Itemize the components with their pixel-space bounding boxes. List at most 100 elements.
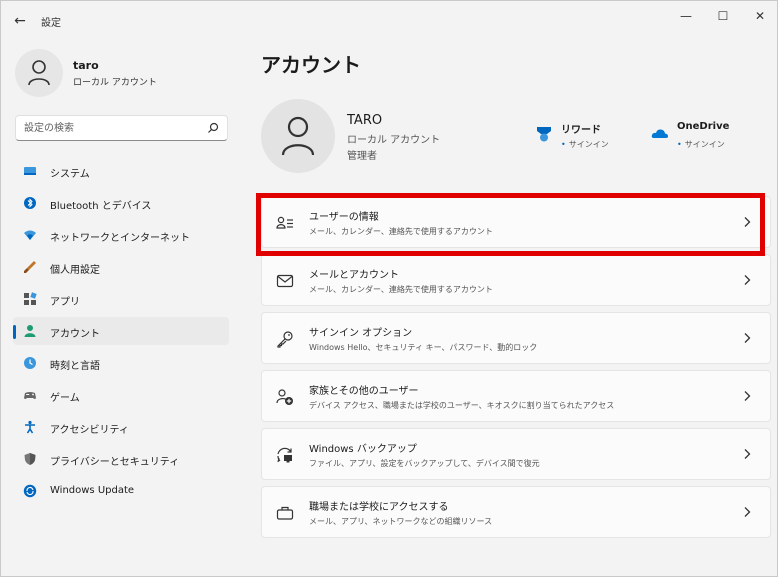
row-description: ファイル、アプリ、設定をバックアップして、デバイス間で復元 <box>309 459 540 468</box>
row-windows-backup[interactable]: Windows バックアップ ファイル、アプリ、設定をバックアップして、デバイス… <box>261 428 771 480</box>
rewards-label: リワード <box>561 125 601 136</box>
account-header: TARO ローカル アカウント 管理者 リワード • サインイン OneDrive… <box>261 99 761 175</box>
close-button[interactable]: ✕ <box>747 6 773 26</box>
sidebar-item-system[interactable]: システム <box>13 157 229 185</box>
sidebar-item-label: アプリ <box>50 297 80 308</box>
onedrive-label: OneDrive <box>677 121 730 132</box>
maximize-button[interactable]: ☐ <box>710 6 736 26</box>
windows-update-icon <box>23 484 37 498</box>
sidebar-profile: taro ローカル アカウント <box>15 49 235 97</box>
close-icon: ✕ <box>754 9 766 23</box>
profile-account-type: ローカル アカウント <box>73 78 157 88</box>
main-content: アカウント TARO ローカル アカウント 管理者 リワード • サインイン O… <box>261 41 771 576</box>
minimize-icon: — <box>680 9 692 23</box>
shield-icon <box>24 453 36 465</box>
row-description: Windows Hello、セキュリティ キー、パスワード、動的ロック <box>309 343 538 352</box>
page-title: アカウント <box>261 53 361 77</box>
account-role: 管理者 <box>347 151 377 162</box>
minimize-button[interactable]: — <box>673 6 699 26</box>
sidebar-item-label: アクセシビリティ <box>50 425 129 436</box>
sidebar: taro ローカル アカウント システム <box>1 41 241 576</box>
sidebar-item-personalization[interactable]: 個人用設定 <box>13 253 229 281</box>
avatar <box>261 99 335 173</box>
user-avatar-icon <box>281 116 315 156</box>
sidebar-item-label: Bluetooth とデバイス <box>50 201 152 212</box>
account-name: TARO <box>347 113 383 128</box>
rewards-status-text: サインイン <box>568 140 609 149</box>
sidebar-item-label: ゲーム <box>50 393 80 404</box>
time-language-icon <box>24 357 36 369</box>
sidebar-item-time-language[interactable]: 時刻と言語 <box>13 349 229 377</box>
avatar <box>15 49 63 97</box>
rewards-signin-link[interactable]: • サインイン <box>561 139 609 150</box>
user-avatar-icon <box>28 60 50 86</box>
maximize-icon: ☐ <box>717 9 729 23</box>
sidebar-item-label: アカウント <box>50 329 100 340</box>
sidebar-item-gaming[interactable]: ゲーム <box>13 381 229 409</box>
onedrive-status-text: サインイン <box>684 140 725 149</box>
chevron-right-icon <box>744 391 751 401</box>
row-description: メール、アプリ、ネットワークなどの組織リソース <box>309 517 493 526</box>
sidebar-item-windows-update[interactable]: Windows Update <box>13 477 229 505</box>
mail-icon <box>276 274 294 288</box>
sidebar-item-label: システム <box>50 169 90 180</box>
sidebar-item-label: プライバシーとセキュリティ <box>50 457 180 468</box>
system-icon <box>24 167 36 175</box>
status-dot-icon: • <box>677 140 682 149</box>
onedrive-signin-link[interactable]: • サインイン <box>677 139 725 150</box>
row-title: ユーザーの情報 <box>309 212 379 223</box>
search-input[interactable] <box>16 116 201 140</box>
sidebar-item-accessibility[interactable]: アクセシビリティ <box>13 413 229 441</box>
sidebar-item-label: 個人用設定 <box>50 265 100 276</box>
sidebar-item-label: 時刻と言語 <box>50 361 100 372</box>
title-bar: ← 設定 — ☐ ✕ <box>1 1 777 41</box>
accessibility-icon <box>25 420 35 434</box>
key-icon <box>277 331 293 348</box>
sidebar-item-label: ネットワークとインターネット <box>50 233 190 244</box>
rewards-icon <box>537 127 551 142</box>
row-title: サインイン オプション <box>309 328 413 339</box>
personalization-icon <box>24 261 36 273</box>
row-title: 職場または学校にアクセスする <box>309 502 449 513</box>
rewards-status[interactable]: リワード • サインイン <box>535 121 645 155</box>
chevron-right-icon <box>744 449 751 459</box>
status-dot-icon: • <box>561 140 566 149</box>
search-box[interactable] <box>15 115 228 141</box>
back-button[interactable]: ← <box>11 12 29 30</box>
network-icon <box>24 230 36 240</box>
briefcase-icon <box>276 506 294 520</box>
back-arrow-icon: ← <box>14 13 26 29</box>
chevron-right-icon <box>744 217 751 227</box>
row-family-users[interactable]: 家族とその他のユーザー デバイス アクセス、職場または学校のユーザー、キオスクに… <box>261 370 771 422</box>
sidebar-item-apps[interactable]: アプリ <box>13 285 229 313</box>
app-title: 設定 <box>41 18 61 29</box>
selection-indicator <box>13 325 16 339</box>
sidebar-item-accounts[interactable]: アカウント <box>13 317 229 345</box>
family-icon <box>276 389 293 405</box>
row-title: 家族とその他のユーザー <box>309 386 419 397</box>
sidebar-item-privacy[interactable]: プライバシーとセキュリティ <box>13 445 229 473</box>
onedrive-icon <box>651 129 669 138</box>
row-signin-options[interactable]: サインイン オプション Windows Hello、セキュリティ キー、パスワー… <box>261 312 771 364</box>
user-info-icon <box>276 216 293 229</box>
gaming-icon <box>24 392 36 399</box>
row-your-info[interactable]: ユーザーの情報 メール、カレンダー、連絡先で使用するアカウント <box>261 196 771 248</box>
row-email-accounts[interactable]: メールとアカウント メール、カレンダー、連絡先で使用するアカウント <box>261 254 771 306</box>
row-description: デバイス アクセス、職場または学校のユーザー、キオスクに割り当てられたアクセス <box>309 401 615 410</box>
backup-icon <box>277 447 292 463</box>
chevron-right-icon <box>744 507 751 517</box>
accounts-icon <box>24 325 36 337</box>
row-access-work-school[interactable]: 職場または学校にアクセスする メール、アプリ、ネットワークなどの組織リソース <box>261 486 771 538</box>
chevron-right-icon <box>744 275 751 285</box>
profile-name: taro <box>73 59 99 72</box>
sidebar-nav: システム Bluetooth とデバイス ネットワークとインターネット 個人用設… <box>13 157 229 509</box>
row-title: メールとアカウント <box>309 270 399 281</box>
onedrive-status[interactable]: OneDrive • サインイン <box>651 121 763 155</box>
sidebar-item-network[interactable]: ネットワークとインターネット <box>13 221 229 249</box>
sidebar-item-bluetooth[interactable]: Bluetooth とデバイス <box>13 189 229 217</box>
bluetooth-icon <box>24 197 36 209</box>
chevron-right-icon <box>744 333 751 343</box>
account-settings-list: ユーザーの情報 メール、カレンダー、連絡先で使用するアカウント メールとアカウン… <box>261 196 771 544</box>
apps-icon <box>24 292 37 305</box>
row-description: メール、カレンダー、連絡先で使用するアカウント <box>309 227 493 236</box>
